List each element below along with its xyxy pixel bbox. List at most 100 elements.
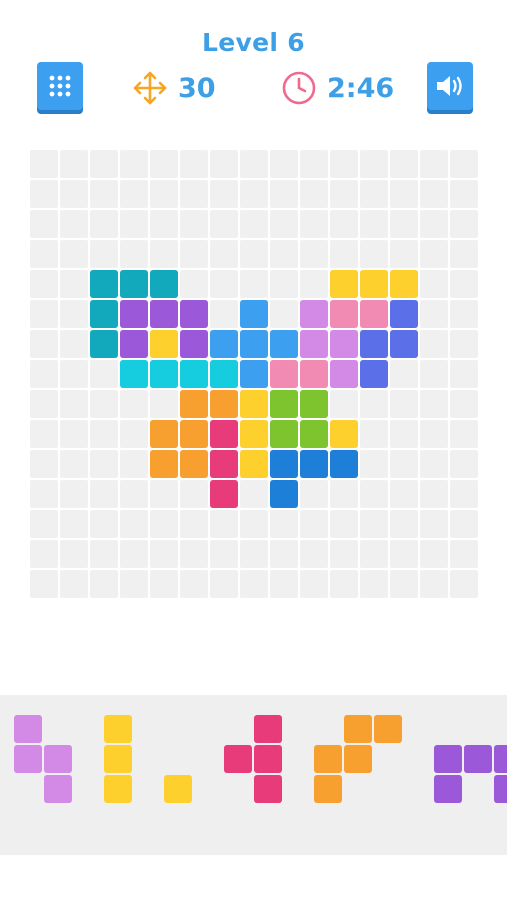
board-cell[interactable] <box>390 390 418 418</box>
board-cell[interactable] <box>450 450 478 478</box>
board-cell[interactable] <box>30 240 58 268</box>
board-cell[interactable] <box>270 180 298 208</box>
placed-block[interactable] <box>390 270 418 298</box>
board-cell[interactable] <box>390 360 418 388</box>
board-cell[interactable] <box>180 180 208 208</box>
board-cell[interactable] <box>90 150 118 178</box>
board-cell[interactable] <box>240 180 268 208</box>
board-cell[interactable] <box>90 420 118 448</box>
board-cell[interactable] <box>60 150 88 178</box>
placed-block[interactable] <box>300 420 328 448</box>
board-cell[interactable] <box>180 570 208 598</box>
placed-block[interactable] <box>300 450 328 478</box>
board-cell[interactable] <box>60 270 88 298</box>
board-cell[interactable] <box>360 450 388 478</box>
board-cell[interactable] <box>360 150 388 178</box>
placed-block[interactable] <box>300 390 328 418</box>
board-cell[interactable] <box>60 360 88 388</box>
placed-block[interactable] <box>150 330 178 358</box>
board-cell[interactable] <box>270 150 298 178</box>
board-cell[interactable] <box>420 300 448 328</box>
board-cell[interactable] <box>120 570 148 598</box>
board-cell[interactable] <box>420 150 448 178</box>
placed-block[interactable] <box>240 330 268 358</box>
placed-block[interactable] <box>150 450 178 478</box>
placed-block[interactable] <box>210 360 238 388</box>
board-cell[interactable] <box>300 540 328 568</box>
board-cell[interactable] <box>120 420 148 448</box>
board-cell[interactable] <box>450 510 478 538</box>
board-cell[interactable] <box>210 150 238 178</box>
board-cell[interactable] <box>120 180 148 208</box>
board-cell[interactable] <box>90 180 118 208</box>
board-cell[interactable] <box>30 300 58 328</box>
placed-block[interactable] <box>270 330 298 358</box>
board-cell[interactable] <box>180 240 208 268</box>
sound-button[interactable] <box>427 62 473 110</box>
placed-block[interactable] <box>270 390 298 418</box>
board-cell[interactable] <box>180 270 208 298</box>
board-cell[interactable] <box>120 240 148 268</box>
board-cell[interactable] <box>330 150 358 178</box>
board-cell[interactable] <box>180 210 208 238</box>
board-cell[interactable] <box>150 210 178 238</box>
board-cell[interactable] <box>60 510 88 538</box>
board-cell[interactable] <box>90 480 118 508</box>
board-cell[interactable] <box>180 480 208 508</box>
board-cell[interactable] <box>240 510 268 538</box>
board-cell[interactable] <box>150 510 178 538</box>
board-cell[interactable] <box>330 390 358 418</box>
board-cell[interactable] <box>60 540 88 568</box>
placed-block[interactable] <box>90 330 118 358</box>
board-cell[interactable] <box>300 270 328 298</box>
board-cell[interactable] <box>360 180 388 208</box>
board-cell[interactable] <box>60 240 88 268</box>
board-cell[interactable] <box>150 570 178 598</box>
board-cell[interactable] <box>390 210 418 238</box>
board-cell[interactable] <box>360 570 388 598</box>
board-cell[interactable] <box>450 540 478 568</box>
placed-block[interactable] <box>210 450 238 478</box>
board-cell[interactable] <box>270 210 298 238</box>
placed-block[interactable] <box>360 270 388 298</box>
board-cell[interactable] <box>60 450 88 478</box>
board-cell[interactable] <box>270 540 298 568</box>
board-cell[interactable] <box>390 420 418 448</box>
placed-block[interactable] <box>150 270 178 298</box>
board-cell[interactable] <box>450 360 478 388</box>
board-cell[interactable] <box>210 300 238 328</box>
board-cell[interactable] <box>120 540 148 568</box>
placed-block[interactable] <box>270 360 298 388</box>
placed-block[interactable] <box>330 420 358 448</box>
board-cell[interactable] <box>90 570 118 598</box>
board-cell[interactable] <box>390 540 418 568</box>
board-cell[interactable] <box>120 390 148 418</box>
placed-block[interactable] <box>270 480 298 508</box>
board-cell[interactable] <box>270 240 298 268</box>
board-cell[interactable] <box>450 570 478 598</box>
placed-block[interactable] <box>120 330 148 358</box>
board-cell[interactable] <box>390 240 418 268</box>
board-cell[interactable] <box>210 510 238 538</box>
placed-block[interactable] <box>240 300 268 328</box>
board-cell[interactable] <box>150 180 178 208</box>
board-cell[interactable] <box>420 540 448 568</box>
board-cell[interactable] <box>60 420 88 448</box>
placed-block[interactable] <box>180 330 208 358</box>
placed-block[interactable] <box>120 300 148 328</box>
board-cell[interactable] <box>450 480 478 508</box>
placed-block[interactable] <box>330 360 358 388</box>
board-cell[interactable] <box>270 570 298 598</box>
board-cell[interactable] <box>270 300 298 328</box>
board-cell[interactable] <box>210 570 238 598</box>
placed-block[interactable] <box>210 330 238 358</box>
board-cell[interactable] <box>270 270 298 298</box>
board-cell[interactable] <box>450 150 478 178</box>
board-cell[interactable] <box>60 330 88 358</box>
board-cell[interactable] <box>330 540 358 568</box>
board-cell[interactable] <box>420 240 448 268</box>
board-cell[interactable] <box>30 480 58 508</box>
board-cell[interactable] <box>210 180 238 208</box>
placed-block[interactable] <box>330 270 358 298</box>
board-cell[interactable] <box>180 510 208 538</box>
